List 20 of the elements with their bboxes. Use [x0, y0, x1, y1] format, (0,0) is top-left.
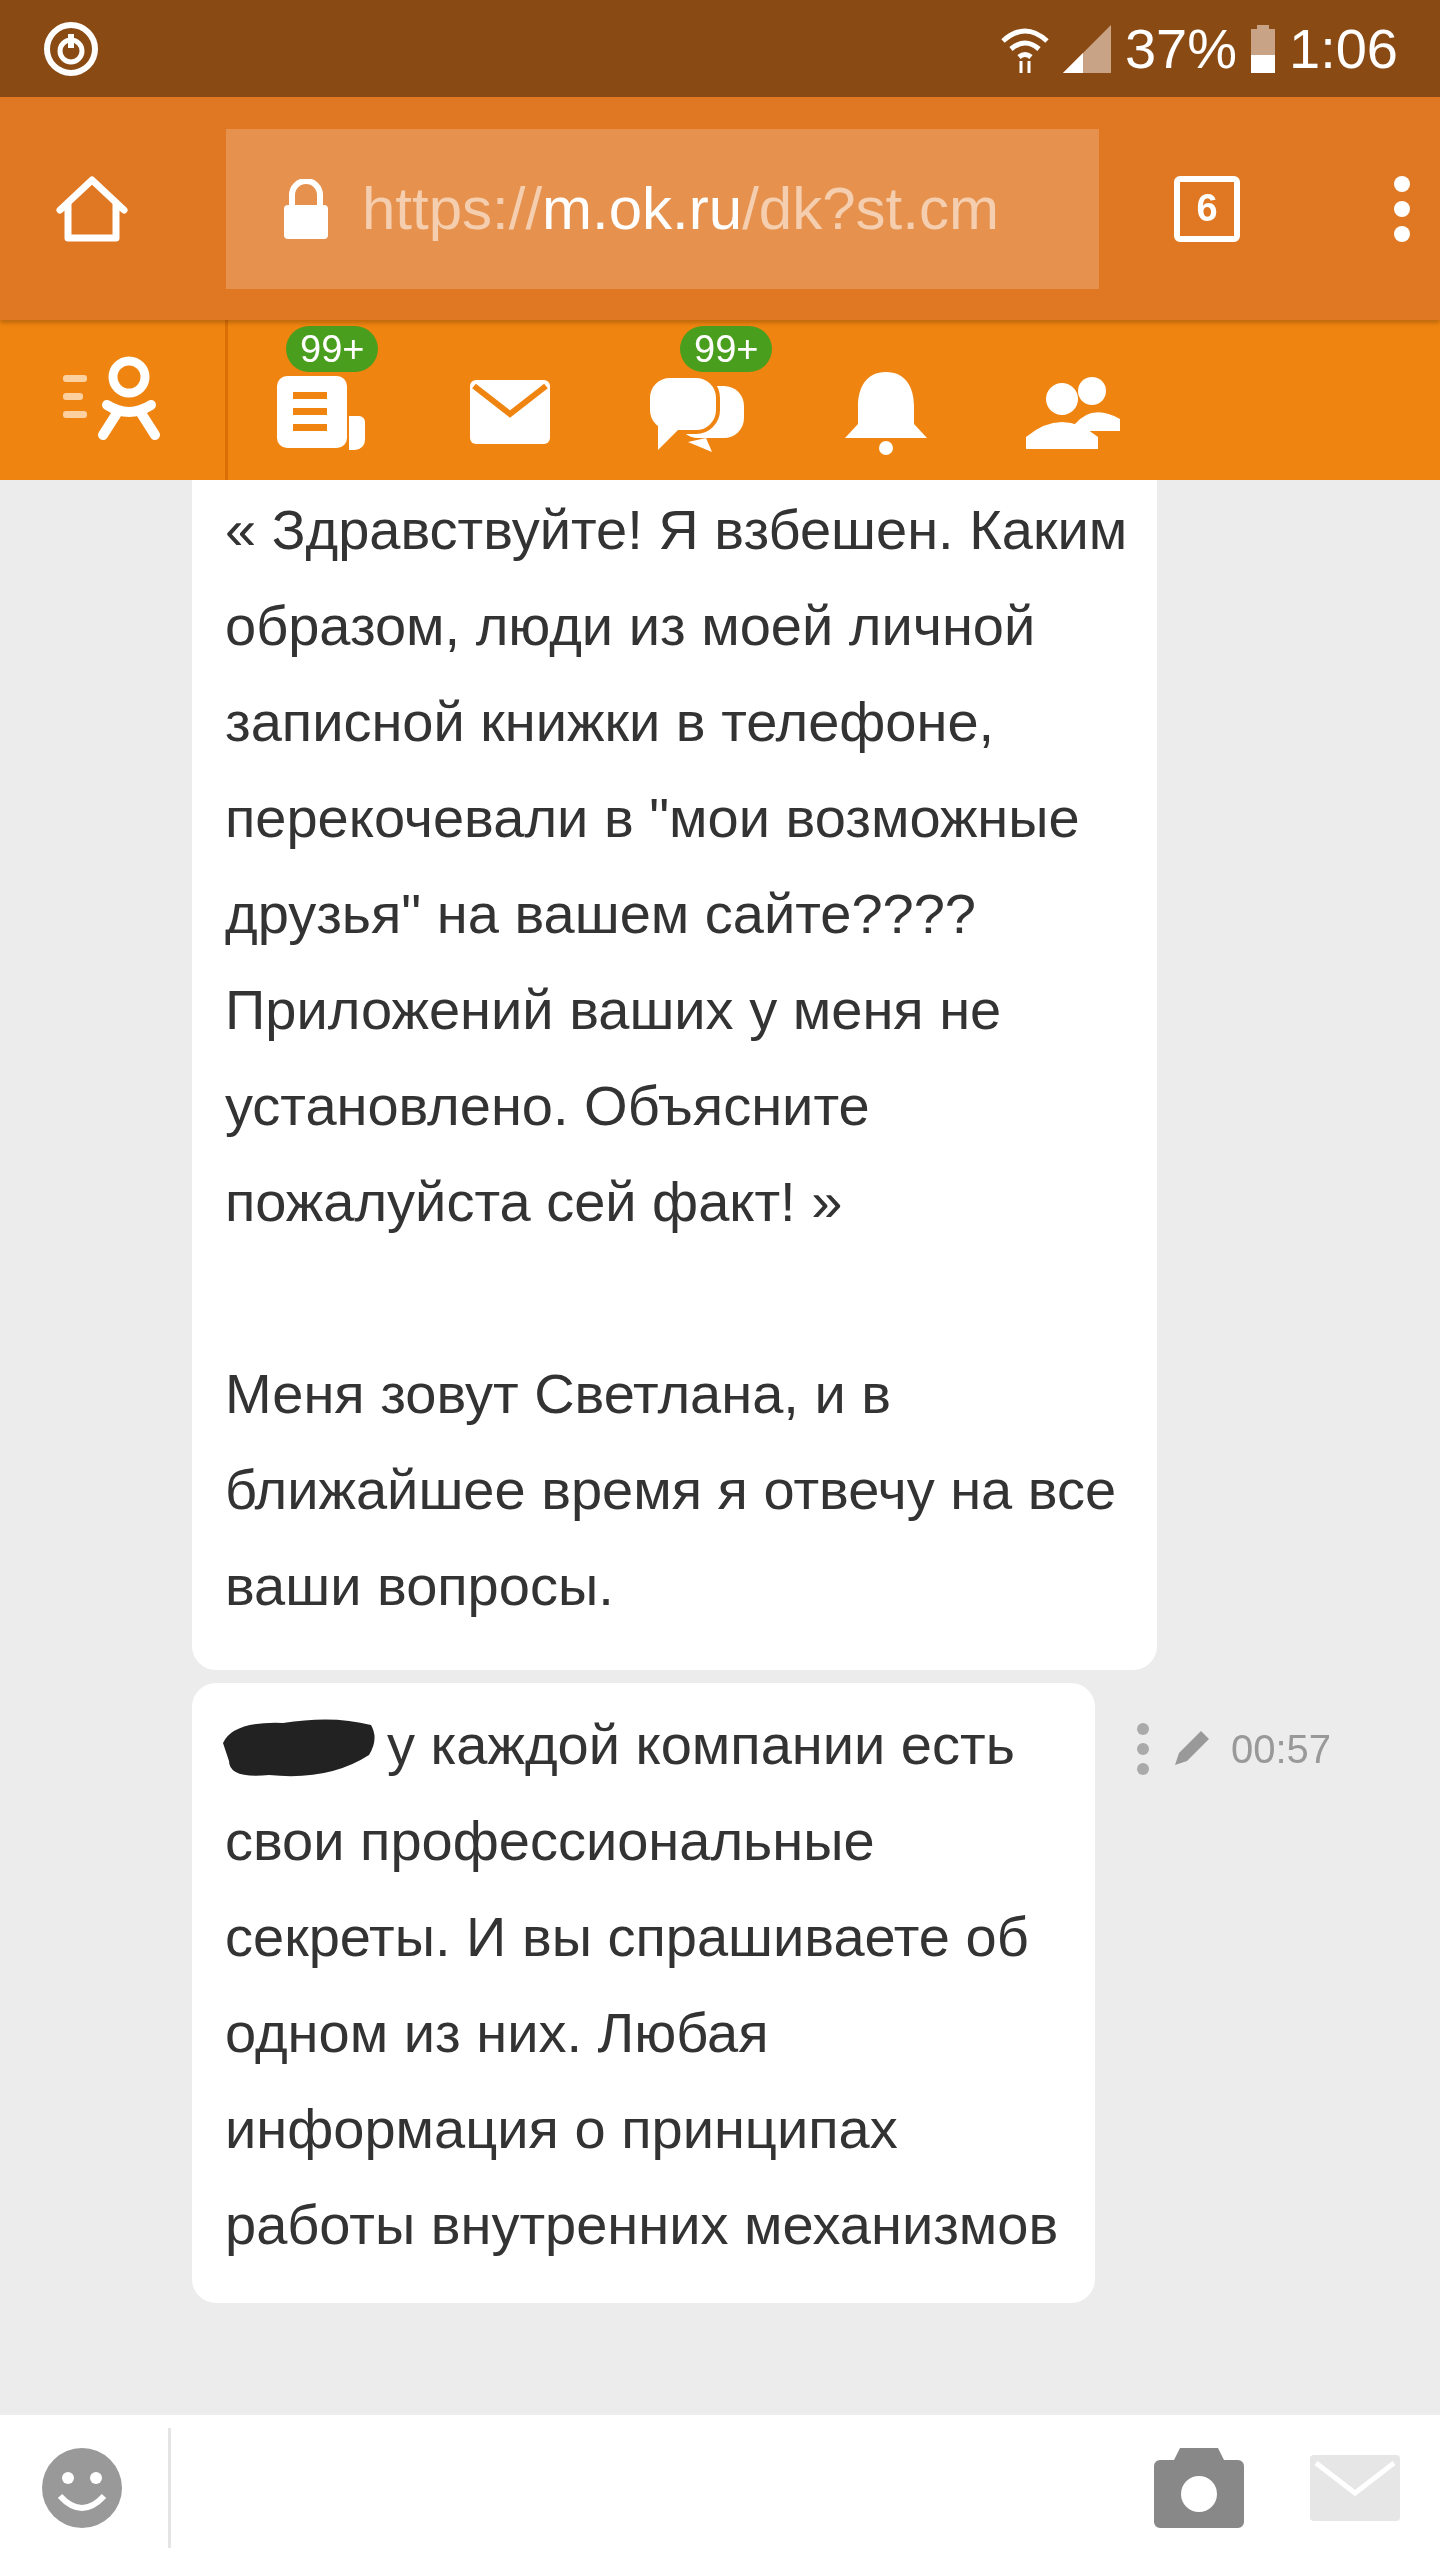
sync-icon — [42, 19, 100, 78]
smiley-icon[interactable] — [40, 2445, 124, 2530]
camera-icon[interactable] — [1154, 2447, 1244, 2528]
count-badge: 99+ — [680, 326, 773, 372]
message-time: 00:57 — [1231, 1726, 1332, 1772]
battery-percent: 37% — [1124, 20, 1237, 77]
battery-icon — [1251, 24, 1275, 73]
friends-icon[interactable] — [1026, 375, 1122, 449]
home-icon[interactable] — [54, 173, 130, 244]
url-field[interactable]: https://m.ok.ru/dk?st.cm — [226, 128, 1099, 289]
tabs-button[interactable]: 6 — [1174, 175, 1240, 242]
message-text: Меня зовут Светлана, и в ближайшее время я отвечу на все ваши вопросы. — [225, 1361, 1118, 1619]
message-text: у каждой компании есть свои профессиональные секреты. И вы спрашиваете об одном из них. Любая информация о принципах работы внутренних механизмов — [225, 1697, 1075, 2273]
clock: 1:06 — [1289, 20, 1398, 77]
mail-icon[interactable] — [470, 380, 550, 444]
signal-icon — [1062, 24, 1111, 73]
message-text: « Здравствуйте! Я взбешен. Каким образом, люди из моей личной записной книжки в телефоне, перекочевали в "мои возможные друзья" на вашем сайте???? Приложений ваших у меня не установлено. Объясните пожалуйста сей факт! » — [225, 497, 1129, 1235]
lock-icon — [282, 178, 330, 239]
more-icon[interactable] — [1135, 1721, 1151, 1777]
count-badge: 99+ — [286, 326, 379, 372]
